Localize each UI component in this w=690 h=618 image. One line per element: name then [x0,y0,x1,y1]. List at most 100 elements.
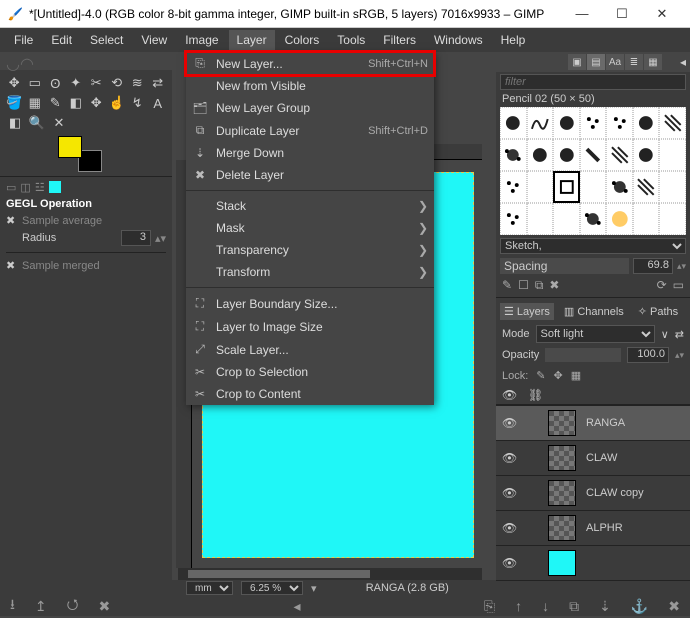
layer-name-label[interactable]: CLAW copy [586,487,644,499]
brush-cell[interactable] [659,203,686,235]
chevron-down-icon[interactable]: ∨ [661,328,669,341]
brush-cell[interactable] [527,203,554,235]
unit-selector[interactable]: mm [186,581,233,595]
maximize-button[interactable]: ☐ [602,0,642,28]
path-tool-icon[interactable]: ↯ [129,94,146,112]
zoom-selector[interactable]: 6.25 % [241,581,303,595]
brush-cell[interactable] [580,139,607,171]
menu-item-merge-down[interactable]: ⇣Merge Down [186,142,434,164]
layer-visibility-icon[interactable]: 👁 [502,486,518,500]
brush-cell[interactable] [633,139,660,171]
menu-item-crop-to-selection[interactable]: ✂Crop to Selection [186,361,434,383]
brush-cell[interactable] [527,171,554,203]
brush-cell[interactable] [553,107,580,139]
menu-item-layer-boundary-size[interactable]: ⛶Layer Boundary Size... [186,292,434,315]
dock-tab-history[interactable]: ≣ [625,54,643,70]
zoom-tool-icon[interactable]: 🔍 [28,114,46,132]
brush-cell[interactable] [553,203,580,235]
brush-cell[interactable] [553,139,580,171]
move-tool-icon[interactable]: ✥ [6,74,23,92]
menu-item-stack[interactable]: Stack❯ [186,195,434,217]
menu-item-duplicate-layer[interactable]: ⧉Duplicate LayerShift+Ctrl+D [186,119,434,142]
menu-item-new-layer[interactable]: ⎘New Layer...Shift+Ctrl+N [186,52,434,75]
lock-position-icon[interactable]: ✥ [554,369,563,382]
clone-tool-icon[interactable]: ✥ [88,94,105,112]
dock-tab-patterns[interactable]: ▤ [587,54,605,70]
close-option-icon[interactable]: ✖ [6,259,18,272]
menu-colors[interactable]: Colors [277,30,328,50]
brush-cell[interactable] [500,203,527,235]
footer-icon[interactable]: ⧉ [569,598,579,615]
footer-icon[interactable]: ⚓ [631,598,648,615]
lock-alpha-icon[interactable]: ▦ [571,369,581,382]
brush-cell[interactable] [606,171,633,203]
rotate-tool-icon[interactable]: ⟲ [109,74,126,92]
smudge-tool-icon[interactable]: ☝ [109,94,126,112]
menu-item-layer-to-image-size[interactable]: ⛶Layer to Image Size [186,315,434,338]
brush-filter-input[interactable] [500,74,686,90]
warp-tool-icon[interactable]: ≋ [129,74,146,92]
close-option-icon[interactable]: ✖ [6,214,18,227]
menu-file[interactable]: File [6,30,41,50]
blend-mode-select[interactable]: Soft light [536,325,655,343]
layer-item[interactable]: 👁ALPHR [496,511,690,546]
minimize-button[interactable]: — [562,0,602,28]
menu-item-transparency[interactable]: Transparency❯ [186,239,434,261]
lock-pixels-icon[interactable]: ✎ [536,369,545,382]
brush-cell[interactable] [633,203,660,235]
new-brush-icon[interactable]: ☐ [518,278,529,293]
menu-item-mask[interactable]: Mask❯ [186,217,434,239]
layer-thumbnail[interactable] [548,515,576,541]
menu-item-transform[interactable]: Transform❯ [186,261,434,283]
duplicate-brush-icon[interactable]: ⧉ [535,278,544,293]
tab-layers[interactable]: ☰Layers [500,303,554,320]
layer-item[interactable]: 👁 CLAW copy [496,476,690,511]
layer-item[interactable]: 👁 CLAW [496,441,690,476]
crop-tool-icon[interactable]: ✂ [88,74,105,92]
edit-brush-icon[interactable]: ✎ [502,278,512,293]
layer-visibility-icon[interactable]: 👁 [502,451,518,465]
dock-tab-fonts[interactable]: Aa [606,54,624,70]
chevron-down-icon[interactable]: ▾ [311,582,317,595]
brush-grid[interactable] [500,107,686,235]
pencil-tool-icon[interactable]: ✎ [47,94,64,112]
brush-preset-select[interactable]: Sketch, [500,238,686,254]
footer-icon[interactable]: ↓ [542,598,549,614]
text-tool-icon[interactable]: A [150,94,167,112]
brush-cell[interactable] [659,107,686,139]
menu-item-crop-to-content[interactable]: ✂Crop to Content [186,383,434,405]
open-brush-icon[interactable]: ▭ [673,278,684,293]
tab-icon[interactable]: ◫ [20,181,30,194]
brush-cell[interactable] [633,171,660,203]
tab-channels[interactable]: ▥Channels [560,303,628,320]
tab-paths[interactable]: ✧Paths [634,303,682,320]
close-button[interactable]: ✕ [642,0,682,28]
brush-cell[interactable] [580,171,607,203]
footer-icon[interactable]: ⭳ [10,594,15,618]
layer-item[interactable]: 👁 [496,546,690,581]
delete-brush-icon[interactable]: ✖ [549,278,559,293]
menu-item-new-from-visible[interactable]: New from Visible [186,75,434,97]
footer-icon[interactable]: ↑ [515,598,522,614]
footer-icon[interactable]: ⭯ [67,594,79,618]
brush-cell[interactable] [606,107,633,139]
tab-icon[interactable]: ▭ [6,181,16,194]
brush-cell[interactable] [580,107,607,139]
layer-name-label[interactable]: CLAW [586,452,617,464]
menu-select[interactable]: Select [82,30,131,50]
brush-cell[interactable] [500,107,527,139]
brush-cell[interactable] [606,203,633,235]
layer-thumbnail[interactable] [548,445,576,471]
brush-cell[interactable] [553,171,580,203]
scrollbar-thumb[interactable] [188,570,370,578]
opacity-value[interactable]: 100.0 [627,347,669,363]
menu-item-new-layer-group[interactable]: 🗂New Layer Group [186,97,434,119]
footer-icon[interactable]: ✖ [668,598,680,615]
spinner-icon[interactable]: ▴▾ [155,232,166,245]
spinner-icon[interactable]: ▴▾ [677,261,686,272]
lasso-tool-icon[interactable]: ʘ [47,74,64,92]
footer-icon[interactable]: ⎘ [484,598,495,615]
brush-cell[interactable] [580,203,607,235]
footer-icon[interactable]: ✖ [98,598,110,615]
brush-cell[interactable] [659,171,686,203]
